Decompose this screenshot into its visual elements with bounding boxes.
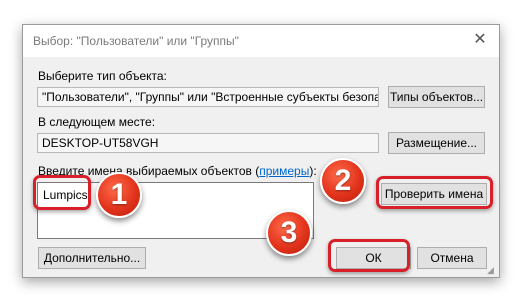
resize-grip-icon[interactable]: ◢ (487, 265, 497, 275)
cancel-button[interactable]: Отмена (417, 247, 487, 269)
examples-link[interactable]: примеры (259, 164, 309, 178)
highlight-ok (328, 239, 410, 272)
location-button[interactable]: Размещение... (388, 132, 485, 154)
dialog-title: Выбор: "Пользователи" или "Группы" (33, 34, 239, 48)
advanced-button[interactable]: Дополнительно... (38, 247, 146, 269)
close-icon[interactable]: ✕ (469, 29, 491, 51)
step-1-badge: 1 (96, 172, 142, 218)
step-3-badge: 3 (266, 210, 312, 256)
title-bar: Выбор: "Пользователи" или "Группы" ✕ (23, 25, 499, 57)
highlight-check-names (376, 176, 493, 209)
object-types-button[interactable]: Типы объектов... (388, 86, 485, 108)
location-label: В следующем месте: (38, 115, 156, 129)
object-type-label: Выберите тип объекта: (38, 69, 167, 83)
names-label-suffix: ): (309, 164, 317, 178)
object-type-field: "Пользователи", "Группы" или "Встроенные… (37, 87, 379, 107)
step-2-badge: 2 (320, 158, 366, 204)
location-field: DESKTOP-UT58VGH (37, 133, 379, 153)
select-users-groups-dialog: Выбор: "Пользователи" или "Группы" ✕ Выб… (22, 24, 500, 278)
highlight-names-value (33, 175, 91, 210)
